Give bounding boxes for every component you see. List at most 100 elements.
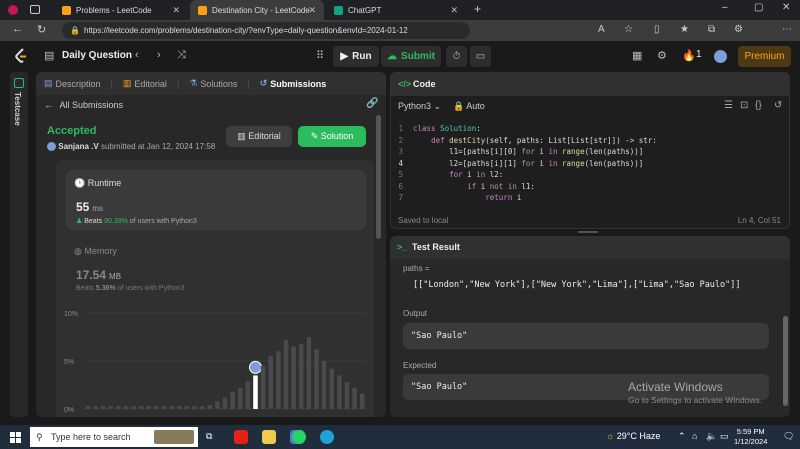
chart-bar[interactable] — [176, 406, 182, 409]
chart-bar[interactable] — [154, 406, 159, 409]
testcase-rail[interactable]: Testcase — [10, 72, 28, 417]
code-line[interactable]: 2 def destCity(self, paths: List[List[st… — [391, 135, 789, 147]
tab-editorial[interactable]: ▥ Editorial — [123, 78, 167, 89]
tab-solutions[interactable]: ⚗ Solutions — [189, 78, 237, 89]
panel-resize-handle[interactable] — [578, 231, 598, 233]
timer-button[interactable]: ⏱ — [446, 46, 467, 67]
chart-bar[interactable] — [215, 401, 220, 409]
chart-bar[interactable] — [245, 381, 251, 409]
avatar[interactable] — [714, 50, 727, 63]
chart-bar[interactable] — [298, 343, 304, 409]
chart-bar-user[interactable] — [253, 375, 258, 409]
chart-bar[interactable] — [184, 406, 190, 409]
weather-widget[interactable]: ☼ 29°C Haze — [606, 431, 660, 441]
chart-bar[interactable] — [291, 346, 296, 409]
format-icon[interactable]: ☰ — [724, 100, 733, 111]
memory-box[interactable]: ◍ Memory 17.54 MB Beats 5.36% of users wi… — [66, 238, 366, 293]
bookmark-icon[interactable]: ⊡ — [740, 100, 748, 111]
refresh-icon[interactable]: ↻ — [37, 23, 46, 36]
code-line[interactable]: 3 l1=[paths[i][0] for i in range(len(pat… — [391, 146, 789, 158]
tab-destination-city[interactable]: Destination City - LeetCode ✕ — [190, 0, 324, 20]
solution-button[interactable]: ✎ Solution — [298, 126, 366, 147]
url-field[interactable]: 🔒 https://leetcode.com/problems/destinat… — [62, 22, 470, 39]
panel-scrollbar[interactable] — [376, 115, 381, 239]
chart-bar[interactable] — [283, 339, 289, 409]
runtime-box[interactable]: 🕒 Runtime 55 ms ♟ Beats 90.39% of users w… — [66, 170, 366, 230]
chart-bar[interactable] — [108, 406, 113, 409]
workspaces-icon[interactable] — [30, 5, 40, 14]
code-line[interactable]: 4 l2=[paths[i][1] for i in range(len(pat… — [391, 158, 789, 170]
author-name[interactable]: Sanjana .V — [58, 142, 98, 151]
whatsapp-icon[interactable] — [292, 430, 306, 444]
braces-icon[interactable]: {} — [755, 100, 762, 111]
code-line[interactable]: 5 for i in l2: — [391, 169, 789, 181]
battery-icon[interactable]: ▭ — [720, 431, 729, 442]
chart-bar[interactable] — [352, 387, 357, 409]
chart-bar[interactable] — [344, 382, 350, 409]
chart-bar[interactable] — [237, 387, 243, 409]
prev-problem-icon[interactable]: ‹ — [135, 49, 139, 61]
submit-button[interactable]: ☁ Submit — [381, 46, 441, 67]
layout-grid-icon[interactable]: ▦ — [632, 49, 642, 62]
favorite-star-icon[interactable]: ☆ — [624, 24, 633, 35]
chart-bar[interactable] — [314, 349, 319, 409]
maximize-button[interactable]: ▢ — [754, 2, 763, 13]
share-link-icon[interactable]: 🔗 — [366, 98, 378, 109]
chart-bar[interactable] — [85, 406, 91, 409]
chart-bar[interactable] — [146, 406, 152, 409]
chart-bar[interactable] — [207, 405, 213, 409]
reset-icon[interactable]: ↺ — [774, 100, 782, 111]
close-tab-icon[interactable]: ✕ — [308, 5, 316, 16]
chart-bar[interactable] — [116, 406, 121, 409]
chart-bar[interactable] — [329, 368, 334, 409]
menu-dots-icon[interactable]: ⋯ — [782, 24, 792, 35]
chart-bar[interactable] — [222, 397, 228, 409]
favorites-icon[interactable]: ★ — [680, 24, 689, 35]
back-icon[interactable]: ← — [12, 23, 23, 35]
code-line[interactable]: 1 class Solution: — [391, 123, 789, 135]
code-line[interactable]: 6 if i not in l1: — [391, 181, 789, 193]
notifications-icon[interactable]: 🗨 — [783, 431, 794, 442]
shuffle-icon[interactable]: ⤨ — [177, 49, 186, 62]
chart-bar[interactable] — [306, 337, 312, 409]
daily-question-title[interactable]: Daily Question — [62, 50, 132, 61]
chart-bar[interactable] — [230, 391, 235, 409]
collections-icon[interactable]: ⧉ — [708, 24, 715, 35]
chart-bar[interactable] — [192, 406, 197, 409]
chart-bar[interactable] — [131, 406, 136, 409]
taskbar-search-input[interactable]: ⚲ Type here to search — [30, 427, 198, 447]
volume-icon[interactable]: 🔈 — [706, 431, 717, 442]
chart-bar[interactable] — [260, 365, 266, 409]
chart-bar[interactable] — [276, 351, 281, 409]
editorial-button[interactable]: ▥ Editorial — [226, 126, 292, 147]
chart-bar[interactable] — [359, 393, 365, 409]
tab-chatgpt[interactable]: ChatGPT ✕ — [326, 0, 466, 20]
result-scrollbar[interactable] — [783, 316, 788, 406]
leetcode-logo-icon[interactable] — [14, 48, 28, 64]
chart-bar[interactable] — [268, 356, 274, 409]
edge-browser-icon[interactable] — [320, 430, 334, 444]
read-aloud-icon[interactable]: A — [598, 24, 605, 35]
chart-bar[interactable] — [93, 406, 98, 409]
split-screen-icon[interactable]: ▯ — [654, 24, 660, 35]
task-view-icon[interactable]: ⧉ — [206, 431, 212, 442]
problem-list-icon[interactable]: ▤ — [44, 49, 54, 62]
close-window-button[interactable]: ✕ — [782, 2, 790, 13]
close-tab-icon[interactable]: ✕ — [450, 5, 458, 16]
next-problem-icon[interactable]: › — [157, 49, 161, 61]
extensions-icon[interactable]: ⚙ — [734, 24, 743, 35]
notes-button[interactable]: ▭ — [470, 46, 491, 67]
debug-icon[interactable]: ⠿ — [316, 49, 324, 62]
tray-chevron-up-icon[interactable]: ⌃ — [678, 431, 686, 442]
language-select[interactable]: Python3 ⌄ — [398, 101, 441, 112]
code-editor[interactable]: 1 class Solution: 2 def destCity(self, pat… — [391, 123, 789, 204]
network-icon[interactable]: ⌂ — [692, 431, 697, 441]
chart-bar[interactable] — [123, 406, 129, 409]
chart-bar[interactable] — [337, 375, 342, 409]
chart-bar[interactable] — [321, 361, 327, 409]
tab-problems[interactable]: Problems - LeetCode ✕ — [54, 0, 188, 20]
browser-profile-icon[interactable] — [8, 5, 18, 15]
chart-bar[interactable] — [199, 406, 205, 409]
tab-submissions[interactable]: ↺ Submissions — [260, 78, 327, 89]
all-submissions-link[interactable]: ← All Submissions — [44, 100, 123, 110]
